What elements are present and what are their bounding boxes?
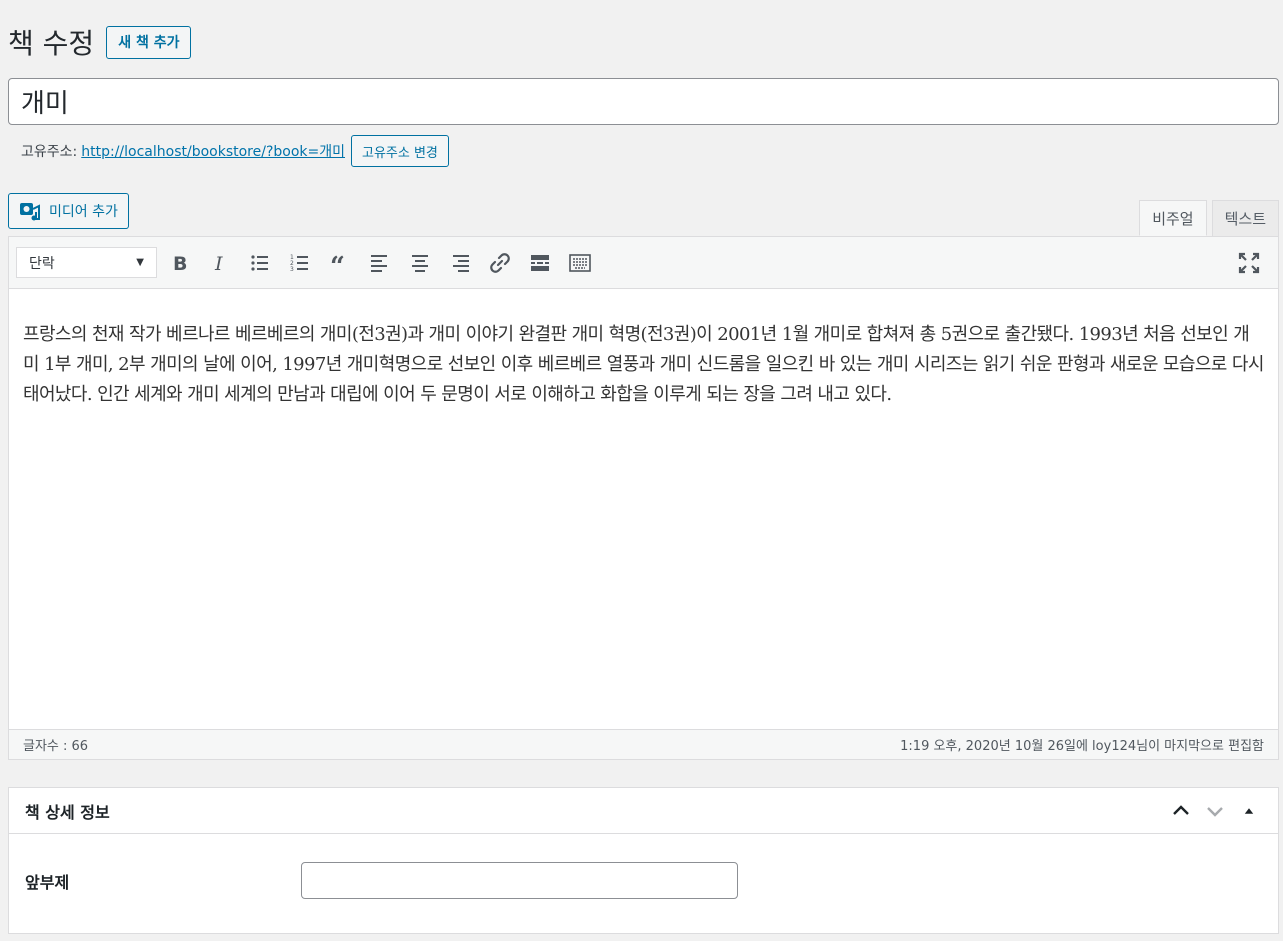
- align-right-button[interactable]: [443, 246, 477, 280]
- tab-text[interactable]: 텍스트: [1211, 200, 1279, 236]
- page-heading: 책 수정 새 책 추가: [8, 22, 192, 62]
- move-down-icon[interactable]: [1202, 798, 1228, 824]
- title-input[interactable]: [8, 78, 1279, 125]
- move-up-icon[interactable]: [1168, 798, 1194, 824]
- collapse-toggle-icon[interactable]: [1236, 798, 1262, 824]
- book-details-title: 책 상세 정보: [25, 802, 110, 822]
- read-more-button[interactable]: [523, 246, 557, 280]
- align-left-button[interactable]: [363, 246, 397, 280]
- page-title: 책 수정: [8, 27, 95, 60]
- svg-text:3: 3: [290, 266, 294, 273]
- align-left-icon: [371, 254, 387, 272]
- fullscreen-button[interactable]: [1232, 246, 1266, 280]
- italic-icon: I: [214, 253, 223, 275]
- editor-tabs: 비주얼 텍스트: [1139, 200, 1279, 236]
- svg-text:“: “: [330, 252, 345, 275]
- numbered-list-icon: 1 2 3: [290, 254, 308, 273]
- blockquote-icon: “: [330, 252, 345, 275]
- permalink-link[interactable]: http://localhost/bookstore/?book=개미: [81, 141, 345, 161]
- bold-icon: B: [173, 253, 187, 275]
- postbox-handles: [1168, 798, 1262, 824]
- align-right-icon: [453, 254, 469, 272]
- permalink-row: 고유주소: http://localhost/bookstore/?book=개…: [21, 135, 449, 167]
- edit-permalink-button[interactable]: 고유주소 변경: [351, 135, 449, 167]
- media-icon: [19, 200, 41, 222]
- svg-text:I: I: [214, 253, 223, 275]
- permalink-label: 고유주소:: [21, 144, 78, 160]
- subtitle-field-row: 앞부제: [25, 862, 738, 899]
- editor-status-bar: 글자수 : 66 1:19 오후, 2020년 10월 26일에 loy124님…: [9, 729, 1278, 759]
- format-select[interactable]: 단락 ▼: [16, 247, 157, 278]
- toolbar-toggle-icon: [569, 253, 591, 272]
- align-center-icon: [412, 254, 428, 272]
- tab-visual[interactable]: 비주얼: [1139, 200, 1207, 236]
- add-media-label: 미디어 추가: [49, 204, 118, 220]
- book-details-box: 책 상세 정보 앞부제: [8, 787, 1279, 934]
- editor-content[interactable]: 프랑스의 천재 작가 베르나르 베르베르의 개미(전3권)과 개미 이야기 완결…: [9, 289, 1278, 729]
- toolbar-toggle-button[interactable]: [563, 246, 597, 280]
- bold-button[interactable]: B: [163, 246, 197, 280]
- word-count: 글자수 : 66: [23, 739, 89, 754]
- chevron-down-icon: ▼: [136, 257, 144, 268]
- editor-toolbar: 단락 ▼ B I 1 2 3 “: [9, 237, 1278, 289]
- book-details-header: 책 상세 정보: [9, 788, 1278, 834]
- link-button[interactable]: [483, 246, 517, 280]
- add-media-button[interactable]: 미디어 추가: [8, 193, 129, 229]
- italic-button[interactable]: I: [203, 246, 237, 280]
- bulleted-list-button[interactable]: [243, 246, 277, 280]
- numbered-list-button[interactable]: 1 2 3: [283, 246, 317, 280]
- svg-text:B: B: [173, 253, 187, 275]
- align-center-button[interactable]: [403, 246, 437, 280]
- read-more-icon: [531, 254, 549, 271]
- add-new-book-button[interactable]: 새 책 추가: [106, 25, 192, 59]
- bulleted-list-icon: [251, 254, 268, 271]
- link-icon: [490, 252, 510, 273]
- subtitle-input[interactable]: [301, 862, 738, 899]
- last-edited: 1:19 오후, 2020년 10월 26일에 loy124님이 마지막으로 편…: [900, 739, 1264, 754]
- format-select-value: 단락: [29, 255, 55, 272]
- blockquote-button[interactable]: “: [323, 246, 357, 280]
- fullscreen-icon: [1238, 252, 1260, 274]
- editor: 단락 ▼ B I 1 2 3 “ 프랑스의 천재 작가 베르나르 베르베르의 개…: [8, 236, 1279, 760]
- subtitle-label: 앞부제: [25, 872, 70, 892]
